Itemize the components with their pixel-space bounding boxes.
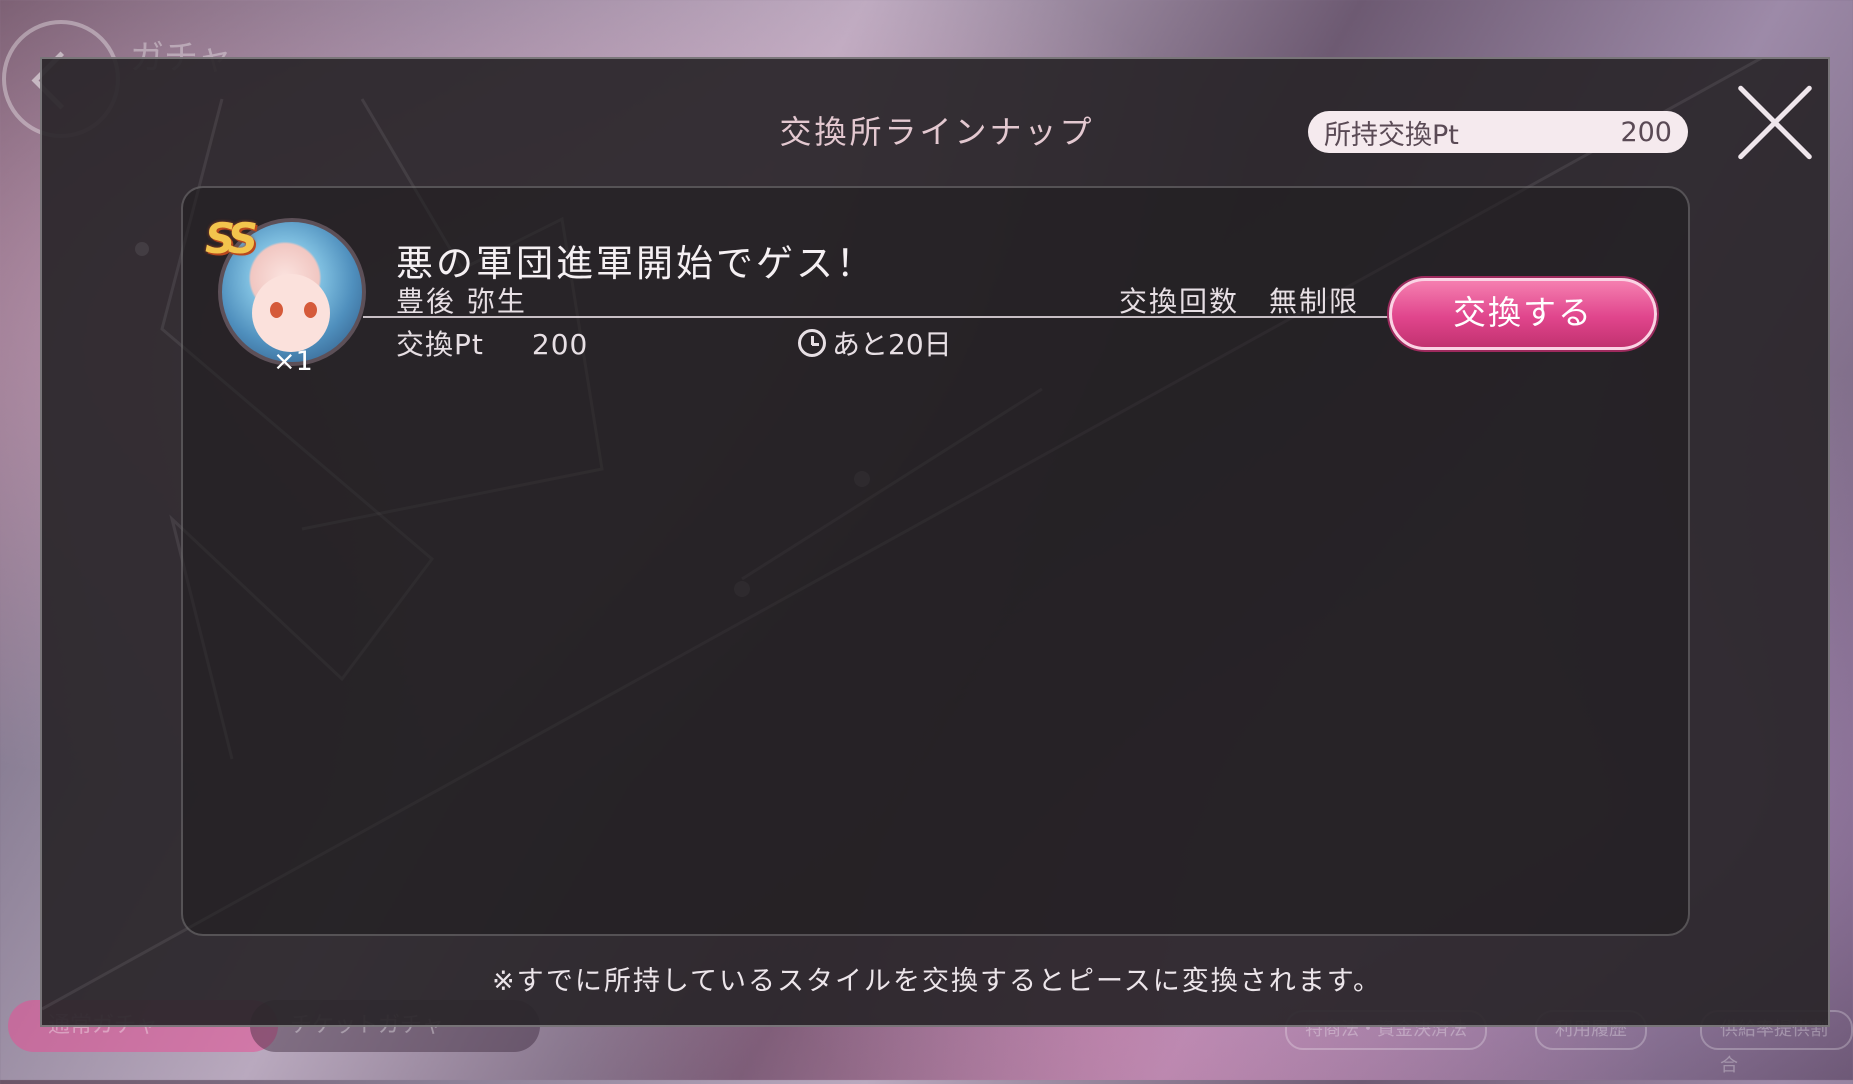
lineup-item: SS ×1 悪の軍団進軍開始でゲス！ 豊後 弥生 交換回数 無制限 交換Pt 200… <box>183 188 1692 377</box>
owned-points-label: 所持交換Pt <box>1324 119 1459 151</box>
clock-icon <box>798 329 826 357</box>
character-name: 豊後 弥生 <box>396 285 527 318</box>
lineup-panel: SS ×1 悪の軍団進軍開始でゲス！ 豊後 弥生 交換回数 無制限 交換Pt 200… <box>181 186 1690 936</box>
conversion-notice: ※すでに所持しているスタイルを交換するとピースに変換されます。 <box>491 966 1383 997</box>
exchange-modal: 交換所ラインナップ 所持交換Pt 200 SS ×1 悪の軍団進軍開始でゲス！ … <box>40 57 1830 1027</box>
remaining-time-text: あと20日 <box>832 328 952 361</box>
owned-points-display: 所持交換Pt 200 <box>1308 111 1688 153</box>
close-icon[interactable] <box>1730 77 1820 167</box>
item-name: 悪の軍団進軍開始でゲス！ <box>396 242 876 285</box>
avatar-eye-right <box>304 302 317 318</box>
exchange-cost-label: 交換Pt <box>396 328 484 361</box>
exchange-cost: 交換Pt 200 <box>396 323 588 363</box>
avatar-eye-left <box>270 302 283 318</box>
exchange-limit-label: 交換回数 <box>1119 285 1240 318</box>
rarity-badge: SS <box>205 214 258 263</box>
exchange-button[interactable]: 交換する <box>1389 278 1657 350</box>
item-count: ×1 <box>273 346 313 377</box>
avatar-face <box>252 274 330 352</box>
item-divider <box>363 316 1483 318</box>
exchange-cost-value: 200 <box>531 328 589 361</box>
exchange-limit: 交換回数 無制限 <box>1119 280 1359 320</box>
owned-points-value: 200 <box>1620 116 1672 148</box>
exchange-limit-value: 無制限 <box>1269 285 1360 318</box>
remaining-time: あと20日 <box>798 323 952 363</box>
